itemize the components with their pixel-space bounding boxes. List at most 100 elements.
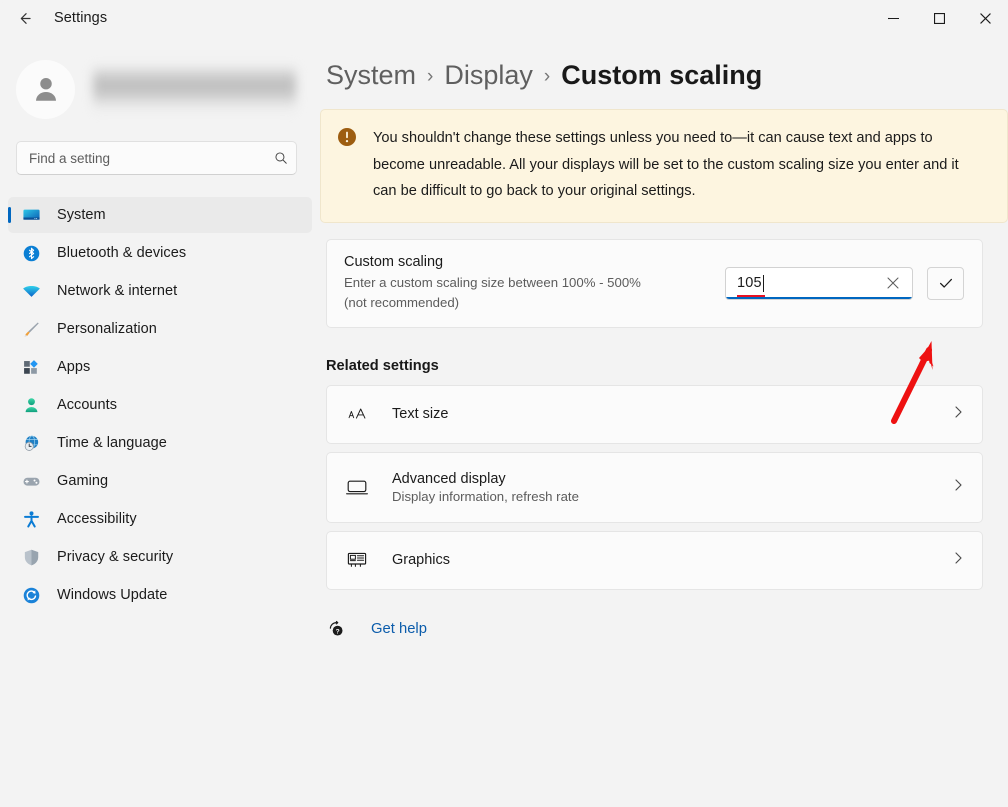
sidebar-item-label: Windows Update <box>57 587 167 603</box>
text-size-icon <box>344 401 370 427</box>
maximize-button[interactable] <box>916 0 962 36</box>
close-icon <box>980 13 991 24</box>
custom-scaling-texts: Custom scaling Enter a custom scaling si… <box>344 254 725 313</box>
sidebar-item-label: System <box>57 207 106 223</box>
custom-scaling-value-wrap: 105 <box>737 275 764 292</box>
apps-grid-icon <box>20 356 42 378</box>
sidebar: System Bluetooth & devices <box>0 36 320 807</box>
row-title: Graphics <box>392 552 952 568</box>
custom-scaling-description: Enter a custom scaling size between 100%… <box>344 273 666 313</box>
chevron-right-icon <box>952 550 965 571</box>
row-texts: Advanced display Display information, re… <box>392 471 952 504</box>
display-monitor-icon <box>344 474 370 500</box>
gamepad-icon <box>20 470 42 492</box>
person-icon <box>20 394 42 416</box>
active-accent-bar <box>8 207 11 223</box>
sidebar-item-gaming[interactable]: Gaming <box>8 463 312 499</box>
close-button[interactable] <box>962 0 1008 36</box>
sidebar-item-label: Personalization <box>57 321 157 337</box>
back-arrow-icon <box>16 10 33 27</box>
user-name-redacted <box>93 65 296 114</box>
avatar <box>16 60 75 119</box>
custom-scaling-title: Custom scaling <box>344 254 715 270</box>
paintbrush-icon <box>20 318 42 340</box>
row-title: Text size <box>392 406 952 422</box>
breadcrumb-system[interactable]: System <box>326 60 416 91</box>
search-box[interactable] <box>16 141 297 175</box>
search-input[interactable] <box>17 151 266 166</box>
svg-text:?: ? <box>336 628 340 635</box>
breadcrumb: System › Display › Custom scaling <box>326 60 1008 91</box>
window-controls <box>870 0 1008 36</box>
sidebar-item-label: Accessibility <box>57 511 137 527</box>
sidebar-item-accessibility[interactable]: Accessibility <box>8 501 312 537</box>
page-title: Custom scaling <box>561 60 762 91</box>
chevron-right-icon <box>952 404 965 425</box>
user-profile[interactable] <box>16 59 320 119</box>
related-card-graphics: Graphics <box>326 531 983 590</box>
settings-window: Settings <box>0 0 1008 807</box>
row-text-size[interactable]: Text size <box>327 386 982 443</box>
breadcrumb-separator: › <box>427 66 433 88</box>
warning-text: You shouldn't change these settings unle… <box>373 125 985 205</box>
get-help-link[interactable]: ? Get help <box>326 618 427 640</box>
sidebar-item-personalization[interactable]: Personalization <box>8 311 312 347</box>
sidebar-item-label: Apps <box>57 359 90 375</box>
person-avatar-icon <box>29 72 63 106</box>
app-title: Settings <box>54 10 107 26</box>
sidebar-item-label: Privacy & security <box>57 549 173 565</box>
clock-globe-icon <box>20 432 42 454</box>
row-texts: Graphics <box>392 552 952 568</box>
warning-exclamation-icon <box>337 127 357 152</box>
warning-banner: You shouldn't change these settings unle… <box>320 109 1008 223</box>
row-subtitle: Display information, refresh rate <box>392 489 952 504</box>
sidebar-nav: System Bluetooth & devices <box>0 197 320 613</box>
sidebar-item-label: Gaming <box>57 473 108 489</box>
row-graphics[interactable]: Graphics <box>327 532 982 589</box>
custom-scaling-value: 105 <box>737 275 762 291</box>
title-bar: Settings <box>0 0 1008 36</box>
shield-icon <box>20 546 42 568</box>
sidebar-item-privacy-security[interactable]: Privacy & security <box>8 539 312 575</box>
checkmark-icon <box>938 275 954 291</box>
main-content: System › Display › Custom scaling You sh… <box>320 36 1008 807</box>
sidebar-item-accounts[interactable]: Accounts <box>8 387 312 423</box>
confirm-checkmark-button[interactable] <box>927 267 964 300</box>
sidebar-item-system[interactable]: System <box>8 197 312 233</box>
input-error-underline <box>737 295 765 297</box>
back-button[interactable] <box>6 4 42 32</box>
related-card-advanced-display: Advanced display Display information, re… <box>326 452 983 523</box>
wifi-icon <box>20 280 42 302</box>
sidebar-item-apps[interactable]: Apps <box>8 349 312 385</box>
minimize-button[interactable] <box>870 0 916 36</box>
text-caret <box>763 275 764 292</box>
get-help-label: Get help <box>371 621 427 637</box>
sidebar-item-label: Bluetooth & devices <box>57 245 186 261</box>
sidebar-item-label: Accounts <box>57 397 117 413</box>
sidebar-item-windows-update[interactable]: Windows Update <box>8 577 312 613</box>
accessibility-icon <box>20 508 42 530</box>
maximize-icon <box>934 13 945 24</box>
sidebar-item-time-language[interactable]: Time & language <box>8 425 312 461</box>
breadcrumb-display[interactable]: Display <box>444 60 533 91</box>
clear-x-icon[interactable] <box>882 272 904 294</box>
update-refresh-icon <box>20 584 42 606</box>
monitor-icon <box>20 204 42 226</box>
minimize-icon <box>888 13 899 24</box>
chevron-right-icon <box>952 477 965 498</box>
related-settings-heading: Related settings <box>326 358 1008 374</box>
bluetooth-icon <box>20 242 42 264</box>
sidebar-item-label: Time & language <box>57 435 167 451</box>
row-advanced-display[interactable]: Advanced display Display information, re… <box>327 453 982 522</box>
related-card-text-size: Text size <box>326 385 983 444</box>
help-question-icon: ? <box>326 618 348 640</box>
custom-scaling-input[interactable]: 105 <box>725 267 913 300</box>
row-texts: Text size <box>392 406 952 422</box>
sidebar-item-network-internet[interactable]: Network & internet <box>8 273 312 309</box>
sidebar-item-label: Network & internet <box>57 283 177 299</box>
sidebar-item-bluetooth-devices[interactable]: Bluetooth & devices <box>8 235 312 271</box>
row-title: Advanced display <box>392 471 952 487</box>
search-icon[interactable] <box>266 143 296 173</box>
breadcrumb-separator: › <box>544 66 550 88</box>
graphics-card-icon <box>344 547 370 573</box>
